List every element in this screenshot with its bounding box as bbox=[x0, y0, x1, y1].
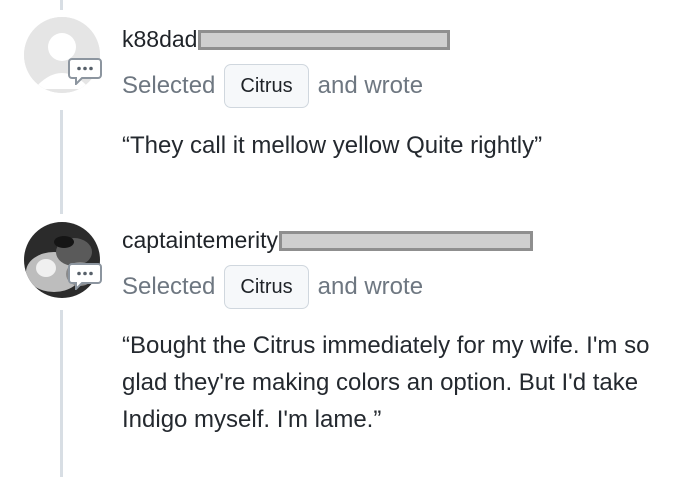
speech-bubble-icon bbox=[68, 57, 102, 87]
comment: k88dad Selected Citrus and wrote “They c… bbox=[0, 0, 700, 200]
comment-text: “Bought the Citrus immediately for my wi… bbox=[122, 332, 650, 433]
avatar-wrap bbox=[24, 222, 102, 298]
selected-label: Selected bbox=[122, 273, 216, 300]
username[interactable]: captaintemerity bbox=[122, 227, 533, 254]
username-text[interactable]: k88dad bbox=[122, 26, 197, 53]
selection-line: Selected Citrus and wrote bbox=[122, 64, 423, 108]
comment: captaintemerity Selected Citrus and wrot… bbox=[0, 200, 700, 477]
avatar-wrap bbox=[24, 17, 102, 93]
username-text[interactable]: captaintemerity bbox=[122, 227, 278, 254]
redaction-bar bbox=[198, 29, 451, 50]
wrote-label: and wrote bbox=[317, 72, 424, 99]
comment-text: “They call it mellow yellow Quite rightl… bbox=[122, 132, 543, 159]
speech-bubble-icon bbox=[68, 262, 102, 292]
option-badge[interactable]: Citrus bbox=[224, 64, 309, 108]
selection-line: Selected Citrus and wrote bbox=[122, 265, 423, 309]
redaction-bar bbox=[278, 230, 533, 251]
wrote-label: and wrote bbox=[317, 273, 424, 300]
selected-label: Selected bbox=[122, 72, 216, 99]
username[interactable]: k88dad bbox=[122, 26, 451, 53]
option-badge[interactable]: Citrus bbox=[224, 265, 309, 309]
